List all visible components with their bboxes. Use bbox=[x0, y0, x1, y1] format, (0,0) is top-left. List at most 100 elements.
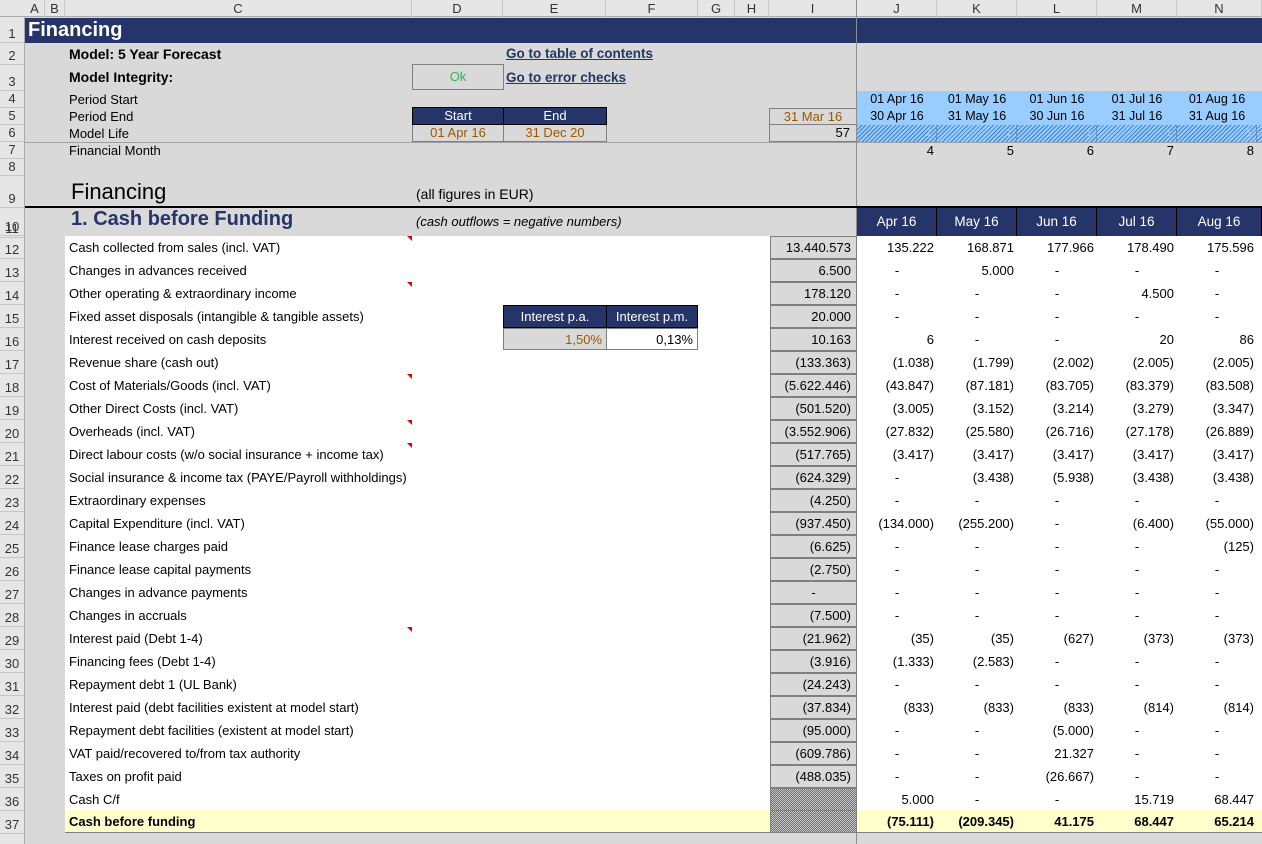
monthly-value: - bbox=[894, 309, 900, 324]
model-end-date[interactable]: 31 Dec 20 bbox=[503, 125, 607, 142]
monthly-value: - bbox=[1214, 286, 1220, 301]
column-header[interactable]: K bbox=[937, 0, 1017, 17]
column-header[interactable]: I bbox=[769, 0, 857, 17]
row-header[interactable]: 19 bbox=[0, 397, 24, 420]
total-line-label: Cash before funding bbox=[69, 814, 196, 829]
column-header[interactable]: F bbox=[606, 0, 698, 17]
row-header[interactable]: 17 bbox=[0, 351, 24, 374]
row-header[interactable]: 6 bbox=[0, 125, 24, 142]
row-header[interactable]: 13 bbox=[0, 259, 24, 282]
line-item-total: 20.000 bbox=[770, 305, 857, 328]
monthly-value: (27.832) bbox=[885, 424, 934, 439]
comment-indicator-icon[interactable] bbox=[407, 374, 412, 379]
line-item-total: (4.250) bbox=[770, 489, 857, 512]
comment-indicator-icon[interactable] bbox=[407, 627, 412, 632]
row-header[interactable]: 15 bbox=[0, 305, 24, 328]
line-item-label: Cash collected from sales (incl. VAT) bbox=[69, 240, 281, 255]
row-header[interactable]: 4 bbox=[0, 91, 24, 108]
column-header[interactable]: G bbox=[698, 0, 735, 17]
row-header[interactable]: 32 bbox=[0, 696, 24, 719]
monthly-value: - bbox=[1054, 654, 1060, 669]
row-header[interactable]: 14 bbox=[0, 282, 24, 305]
interest-pa-header: Interest p.a. bbox=[503, 305, 607, 328]
interest-pa-input[interactable]: 1,50% bbox=[503, 328, 607, 350]
monthly-value: - bbox=[1134, 677, 1140, 692]
monthly-value: - bbox=[1054, 516, 1060, 531]
monthly-value: - bbox=[1134, 263, 1140, 278]
column-headers: ABCDEFGHIJKLMN bbox=[0, 0, 1262, 17]
row-header[interactable]: 1 bbox=[0, 17, 24, 43]
total-line-value: 68.447 bbox=[1134, 814, 1174, 829]
row-header[interactable]: 16 bbox=[0, 328, 24, 351]
line-item-total: - bbox=[770, 581, 857, 604]
link-table-of-contents[interactable]: Go to table of contents bbox=[506, 46, 653, 61]
row-header[interactable]: 20 bbox=[0, 420, 24, 443]
row-header[interactable]: 37 bbox=[0, 811, 24, 834]
line-item-label: Changes in accruals bbox=[69, 608, 187, 623]
monthly-value: 168.871 bbox=[967, 240, 1014, 255]
monthly-value: - bbox=[974, 677, 980, 692]
row-header[interactable]: 29 bbox=[0, 627, 24, 650]
row-header[interactable]: 22 bbox=[0, 466, 24, 489]
row-header[interactable]: 25 bbox=[0, 535, 24, 558]
sign-convention-note: (cash outflows = negative numbers) bbox=[416, 214, 622, 229]
row-header[interactable]: 36 bbox=[0, 788, 24, 811]
column-header[interactable]: J bbox=[857, 0, 937, 17]
row-header[interactable]: 33 bbox=[0, 719, 24, 742]
row-header[interactable]: 8 bbox=[0, 159, 24, 176]
row-header[interactable]: 12 bbox=[0, 236, 24, 259]
link-error-checks[interactable]: Go to error checks bbox=[506, 70, 626, 85]
monthly-value: (3.417) bbox=[1212, 447, 1254, 462]
monthly-value: (26.889) bbox=[1205, 424, 1254, 439]
row-header[interactable]: 7 bbox=[0, 142, 24, 159]
row-header[interactable]: 27 bbox=[0, 581, 24, 604]
column-header[interactable]: D bbox=[412, 0, 503, 17]
monthly-value: (5.938) bbox=[1052, 470, 1094, 485]
row-header[interactable]: 34 bbox=[0, 742, 24, 765]
model-start-date[interactable]: 01 Apr 16 bbox=[412, 125, 504, 142]
row-header[interactable]: 9 bbox=[0, 176, 24, 208]
comment-indicator-icon[interactable] bbox=[407, 443, 412, 448]
monthly-value: (2.583) bbox=[972, 654, 1014, 669]
units-note: (all figures in EUR) bbox=[416, 186, 534, 202]
row-header[interactable]: 18 bbox=[0, 374, 24, 397]
monthly-value: - bbox=[1214, 769, 1220, 784]
column-header[interactable]: L bbox=[1017, 0, 1097, 17]
monthly-value: - bbox=[1054, 539, 1060, 554]
column-header[interactable]: C bbox=[65, 0, 412, 17]
row-header[interactable]: 35 bbox=[0, 765, 24, 788]
column-header[interactable]: A bbox=[25, 0, 45, 17]
row-header[interactable]: 3 bbox=[0, 65, 24, 91]
monthly-value: 6 bbox=[926, 332, 934, 347]
comment-indicator-icon[interactable] bbox=[407, 236, 412, 241]
row-header[interactable]: 2 bbox=[0, 43, 24, 65]
monthly-value: (1.038) bbox=[892, 355, 934, 370]
row-header[interactable]: 23 bbox=[0, 489, 24, 512]
monthly-value: (2.005) bbox=[1132, 355, 1174, 370]
line-item-label: Interest received on cash deposits bbox=[69, 332, 267, 347]
monthly-value: - bbox=[1214, 493, 1220, 508]
row-header[interactable]: 21 bbox=[0, 443, 24, 466]
row-header[interactable]: 5 bbox=[0, 108, 24, 125]
monthly-value: - bbox=[974, 585, 980, 600]
monthly-value: - bbox=[894, 723, 900, 738]
monthly-value: - bbox=[894, 585, 900, 600]
column-header[interactable]: H bbox=[735, 0, 769, 17]
financial-month-number: 5 bbox=[1006, 143, 1014, 158]
column-header[interactable]: N bbox=[1177, 0, 1262, 17]
comment-indicator-icon[interactable] bbox=[407, 282, 412, 287]
financial-month-number: 6 bbox=[1086, 143, 1094, 158]
row-header[interactable]: 28 bbox=[0, 604, 24, 627]
column-header[interactable]: B bbox=[45, 0, 65, 17]
line-item-label: Repayment debt 1 (UL Bank) bbox=[69, 677, 237, 692]
monthly-value: - bbox=[1054, 792, 1060, 807]
row-header[interactable]: 26 bbox=[0, 558, 24, 581]
column-header[interactable]: M bbox=[1097, 0, 1177, 17]
comment-indicator-icon[interactable] bbox=[407, 420, 412, 425]
monthly-value: (3.279) bbox=[1132, 401, 1174, 416]
row-header[interactable]: 31 bbox=[0, 673, 24, 696]
monthly-value: - bbox=[1134, 562, 1140, 577]
row-header[interactable]: 24 bbox=[0, 512, 24, 535]
column-header[interactable]: E bbox=[503, 0, 606, 17]
row-header[interactable]: 30 bbox=[0, 650, 24, 673]
